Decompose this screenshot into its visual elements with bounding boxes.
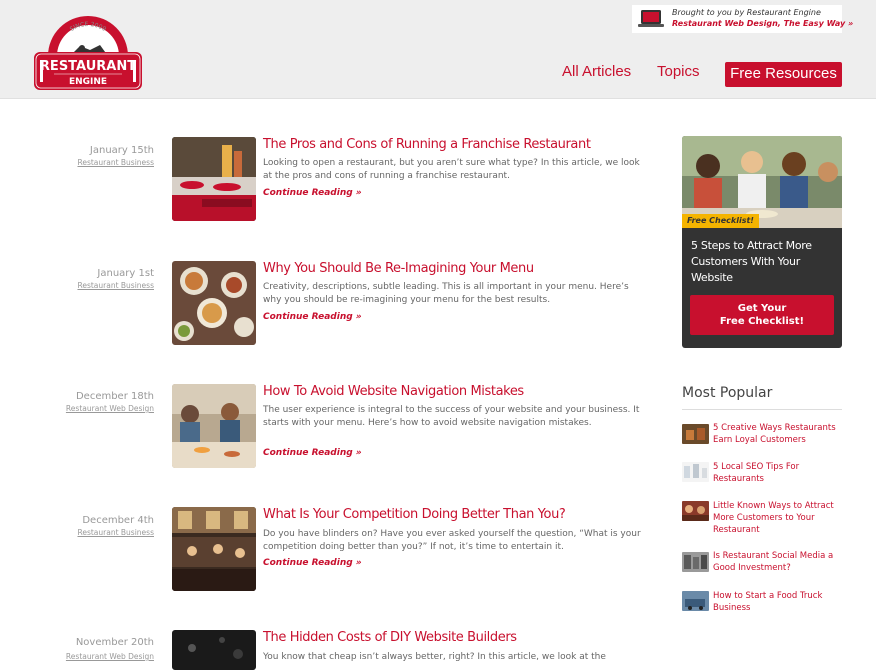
continue-reading-link[interactable]: Continue Reading » <box>263 312 362 322</box>
article-date: January 1st <box>97 268 154 279</box>
svg-text:RESTAURANT: RESTAURANT <box>40 59 136 74</box>
popular-thumbnail[interactable] <box>682 424 709 444</box>
article-thumbnail[interactable] <box>172 261 256 345</box>
article-category-link[interactable]: Restaurant Business <box>4 158 154 167</box>
promo-tag: Free Checklist! <box>682 214 759 228</box>
free-resources-button[interactable]: Free Resources <box>725 62 842 87</box>
nav-all-articles[interactable]: All Articles <box>562 63 631 80</box>
article-thumbnail[interactable] <box>172 384 256 468</box>
popular-thumbnail[interactable] <box>682 552 709 572</box>
continue-reading-link[interactable]: Continue Reading » <box>263 558 362 568</box>
article-excerpt: The user experience is integral to the s… <box>263 405 640 428</box>
sponsor-link[interactable]: Restaurant Web Design, The Easy Way » <box>672 19 853 28</box>
button-label-line2: Free Checklist! <box>719 316 805 327</box>
continue-reading-link[interactable]: Continue Reading » <box>263 448 362 458</box>
article-title-link[interactable]: The Hidden Costs of DIY Website Builders <box>263 630 517 645</box>
article-title-link[interactable]: The Pros and Cons of Running a Franchise… <box>263 137 591 152</box>
promo-headline: 5 Steps to Attract More Customers With Y… <box>691 239 812 284</box>
popular-link[interactable]: Is Restaurant Social Media a Good Invest… <box>713 550 843 574</box>
svg-text:ENGINE: ENGINE <box>69 77 107 87</box>
popular-thumbnail[interactable] <box>682 501 709 521</box>
article-thumbnail[interactable] <box>172 507 256 591</box>
popular-link[interactable]: How to Start a Food Truck Business <box>713 590 843 614</box>
laptop-icon <box>638 10 664 27</box>
article-category-link[interactable]: Restaurant Web Design <box>4 652 154 661</box>
nav-topics[interactable]: Topics <box>657 63 700 80</box>
article-date: December 4th <box>82 515 154 526</box>
article-date: November 20th <box>75 637 154 648</box>
most-popular-heading: Most Popular <box>682 385 773 401</box>
popular-link[interactable]: Little Known Ways to Attract More Custom… <box>713 500 843 536</box>
site-header: SINCE 2009 RESTAURANT ENGINE Brought to … <box>0 0 876 99</box>
divider <box>682 409 842 410</box>
article-title-link[interactable]: What Is Your Competition Doing Better Th… <box>263 507 566 522</box>
article-excerpt: Looking to open a restaurant, but you ar… <box>263 158 640 181</box>
article-excerpt: Do you have blinders on? Have you ever a… <box>263 529 641 552</box>
article-category-link[interactable]: Restaurant Business <box>4 281 154 290</box>
popular-thumbnail[interactable] <box>682 591 709 611</box>
article-date: December 18th <box>75 391 154 402</box>
restaurant-engine-logo[interactable]: SINCE 2009 RESTAURANT ENGINE <box>30 12 146 92</box>
continue-reading-link[interactable]: Continue Reading » <box>263 188 362 198</box>
button-label-line1: Get Your <box>737 303 787 314</box>
sponsor-line: Brought to you by Restaurant Engine <box>672 8 821 17</box>
article-thumbnail[interactable] <box>172 630 256 670</box>
article-category-link[interactable]: Restaurant Business <box>4 528 154 537</box>
popular-link[interactable]: 5 Local SEO Tips For Restaurants <box>713 461 843 485</box>
article-thumbnail[interactable] <box>172 137 256 221</box>
free-checklist-promo: Free Checklist! 5 Steps to Attract More … <box>682 136 842 348</box>
article-title-link[interactable]: How To Avoid Website Navigation Mistakes <box>263 384 524 399</box>
article-date: January 15th <box>89 145 154 156</box>
article-title-link[interactable]: Why You Should Be Re-Imagining Your Menu <box>263 261 534 276</box>
popular-thumbnail[interactable] <box>682 462 709 482</box>
article-excerpt: Creativity, descriptions, subtle leading… <box>263 282 629 305</box>
popular-link[interactable]: 5 Creative Ways Restaurants Earn Loyal C… <box>713 422 843 446</box>
article-excerpt: You know that cheap isn’t always better,… <box>263 652 606 662</box>
get-checklist-button[interactable]: Get Your Free Checklist! <box>690 295 834 335</box>
article-category-link[interactable]: Restaurant Web Design <box>4 404 154 413</box>
sponsor-banner[interactable]: Brought to you by Restaurant Engine Rest… <box>632 5 853 33</box>
